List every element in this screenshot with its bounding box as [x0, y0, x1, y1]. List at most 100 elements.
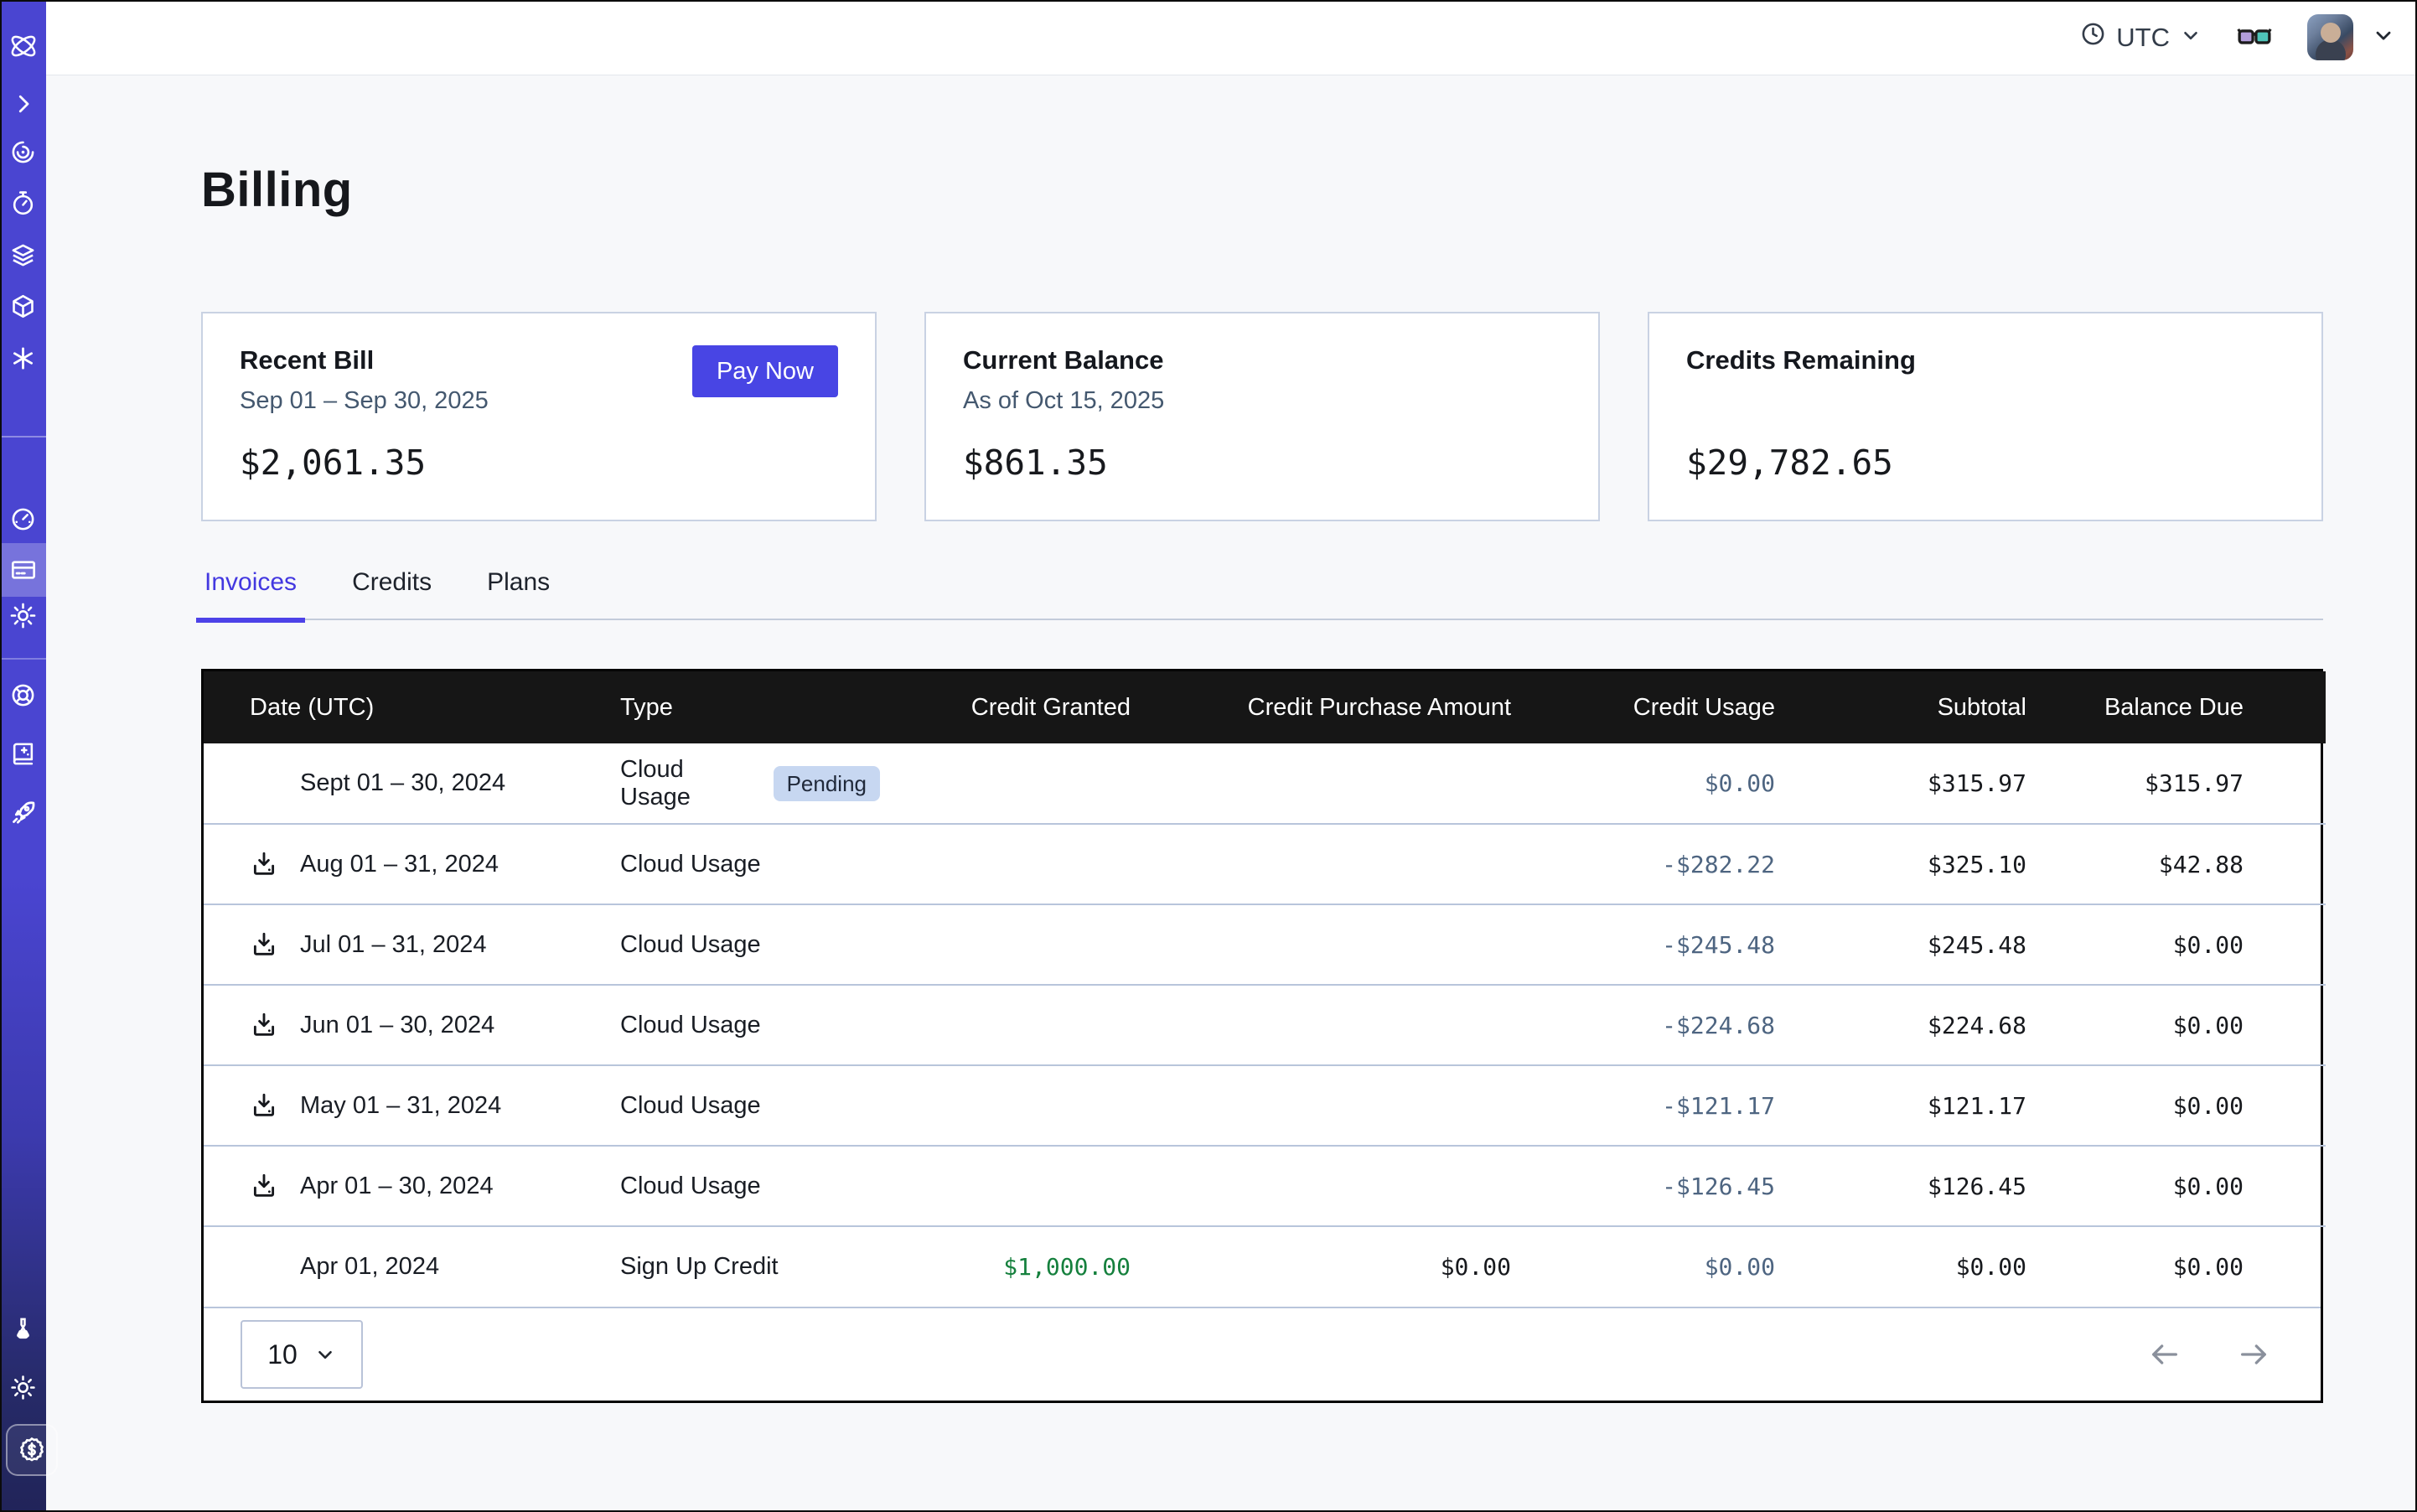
balance-due-value: $0.00: [2026, 1226, 2326, 1307]
timezone-label: UTC: [2116, 23, 2170, 53]
column-header-credit-granted: Credit Granted: [880, 671, 1131, 743]
card-subtitle: [1686, 387, 2285, 417]
status-badge: Pending: [774, 766, 880, 801]
credit-usage-value: -$224.68: [1511, 985, 1775, 1065]
settings-gear-icon[interactable]: [0, 603, 46, 629]
sidebar: [0, 0, 46, 1512]
labs-flask-icon[interactable]: [0, 1316, 46, 1342]
invoice-type: Cloud Usage: [620, 851, 761, 878]
credits-dollar-badge-button[interactable]: [6, 1424, 58, 1476]
subtotal-value: $0.00: [1775, 1226, 2026, 1307]
balance-due-value: $0.00: [2026, 1065, 2326, 1146]
table-row: Jul 01 – 31, 2024 Cloud Usage -$245.48 $…: [204, 904, 2326, 985]
table-pagination: 10: [204, 1307, 2321, 1401]
goggles-icon[interactable]: [2237, 20, 2272, 55]
table-row: Apr 01 – 30, 2024 Cloud Usage -$126.45 $…: [204, 1146, 2326, 1226]
column-header-date: Date (UTC): [204, 671, 620, 743]
card-title: Credits Remaining: [1686, 345, 2285, 375]
credit-usage-value: $0.00: [1511, 1226, 1775, 1307]
account-menu[interactable]: [2307, 14, 2395, 60]
chevron-down-icon: [2180, 23, 2202, 53]
credit-granted-value: [880, 985, 1131, 1065]
credit-purchase-value: [1131, 1065, 1511, 1146]
invoice-type: Cloud Usage: [620, 1092, 761, 1120]
page-size-value: 10: [267, 1339, 298, 1370]
invoice-date: Jul 01 – 31, 2024: [300, 931, 487, 959]
card-title: Current Balance: [963, 345, 1561, 375]
download-invoice-icon[interactable]: [250, 930, 300, 959]
pay-now-button[interactable]: Pay Now: [692, 345, 838, 397]
column-header-subtotal: Subtotal: [1775, 671, 2026, 743]
credit-granted-value: [880, 1065, 1131, 1146]
credit-granted-value: [880, 904, 1131, 985]
rocket-icon[interactable]: [0, 799, 46, 826]
card-subtitle: As of Oct 15, 2025: [963, 387, 1561, 417]
credit-purchase-value: [1131, 985, 1511, 1065]
card-amount: $29,782.65: [1686, 443, 2285, 483]
invoice-date: Sept 01 – 30, 2024: [300, 769, 505, 797]
credit-purchase-value: $0.00: [1131, 1226, 1511, 1307]
next-page-button[interactable]: [2237, 1338, 2270, 1371]
card-amount: $861.35: [963, 443, 1561, 483]
credits-remaining-card: Credits Remaining $29,782.65: [1648, 312, 2323, 521]
credit-purchase-value: [1131, 743, 1511, 824]
page-title: Billing: [201, 166, 2323, 215]
topbar: UTC: [46, 0, 2417, 75]
timezone-selector[interactable]: UTC: [2080, 21, 2202, 54]
subtotal-value: $121.17: [1775, 1065, 2026, 1146]
cyclone-icon[interactable]: [0, 139, 46, 165]
page-size-select[interactable]: 10: [241, 1320, 363, 1389]
usage-gauge-icon[interactable]: [0, 506, 46, 532]
download-invoice-icon[interactable]: [250, 850, 300, 878]
recent-bill-card: Recent Bill Sep 01 – Sep 30, 2025 $2,061…: [201, 312, 877, 521]
sidebar-divider: [0, 658, 46, 660]
invoice-date: Aug 01 – 31, 2024: [300, 851, 499, 878]
app-logo-icon[interactable]: [0, 30, 46, 62]
layers-icon[interactable]: [0, 242, 46, 268]
tab-invoices[interactable]: Invoices: [201, 568, 300, 597]
credit-purchase-value: [1131, 904, 1511, 985]
billing-credit-card-icon[interactable]: [0, 557, 46, 583]
table-row: Apr 01, 2024 Sign Up Credit $1,000.00 $0…: [204, 1226, 2326, 1307]
subtotal-value: $224.68: [1775, 985, 2026, 1065]
expand-sidebar-chevron-right-icon[interactable]: [0, 91, 46, 117]
asterisk-icon[interactable]: [0, 345, 46, 371]
table-row: Sept 01 – 30, 2024 Cloud Usage Pending $…: [204, 743, 2326, 824]
sidebar-divider: [0, 436, 46, 438]
table-row: Aug 01 – 31, 2024 Cloud Usage -$282.22 $…: [204, 824, 2326, 904]
table-row: Jun 01 – 30, 2024 Cloud Usage -$224.68 $…: [204, 985, 2326, 1065]
billing-tabs: Invoices Credits Plans: [201, 568, 2323, 620]
credit-purchase-value: [1131, 824, 1511, 904]
chevron-down-icon: [314, 1344, 336, 1365]
theme-sun-icon[interactable]: [0, 1375, 46, 1401]
support-lifebuoy-icon[interactable]: [0, 682, 46, 708]
invoice-date: Apr 01 – 30, 2024: [300, 1173, 494, 1200]
summary-cards: Recent Bill Sep 01 – Sep 30, 2025 $2,061…: [201, 312, 2323, 521]
credit-usage-value: -$121.17: [1511, 1065, 1775, 1146]
timer-icon[interactable]: [0, 190, 46, 216]
docs-book-sparkles-icon[interactable]: [0, 741, 46, 767]
credit-usage-value: -$245.48: [1511, 904, 1775, 985]
download-invoice-icon[interactable]: [250, 1011, 300, 1039]
cube-icon[interactable]: [0, 293, 46, 319]
tab-credits[interactable]: Credits: [349, 568, 435, 597]
subtotal-value: $126.45: [1775, 1146, 2026, 1226]
column-header-balance-due: Balance Due: [2026, 671, 2326, 743]
credit-granted-value: $1,000.00: [880, 1226, 1131, 1307]
download-invoice-icon[interactable]: [250, 1091, 300, 1120]
clock-icon: [2080, 21, 2106, 54]
credit-usage-value: -$282.22: [1511, 824, 1775, 904]
credit-granted-value: [880, 743, 1131, 824]
balance-due-value: $0.00: [2026, 1146, 2326, 1226]
balance-due-value: $0.00: [2026, 904, 2326, 985]
prev-page-button[interactable]: [2148, 1338, 2182, 1371]
card-amount: $2,061.35: [240, 443, 838, 483]
main-content: Billing Recent Bill Sep 01 – Sep 30, 202…: [46, 75, 2417, 1512]
credit-usage-value: -$126.45: [1511, 1146, 1775, 1226]
user-avatar[interactable]: [2307, 14, 2353, 60]
tab-plans[interactable]: Plans: [484, 568, 553, 597]
invoice-type: Cloud Usage: [620, 931, 761, 959]
download-invoice-icon[interactable]: [250, 1172, 300, 1200]
column-header-type: Type: [620, 671, 880, 743]
invoice-date: May 01 – 31, 2024: [300, 1092, 501, 1120]
